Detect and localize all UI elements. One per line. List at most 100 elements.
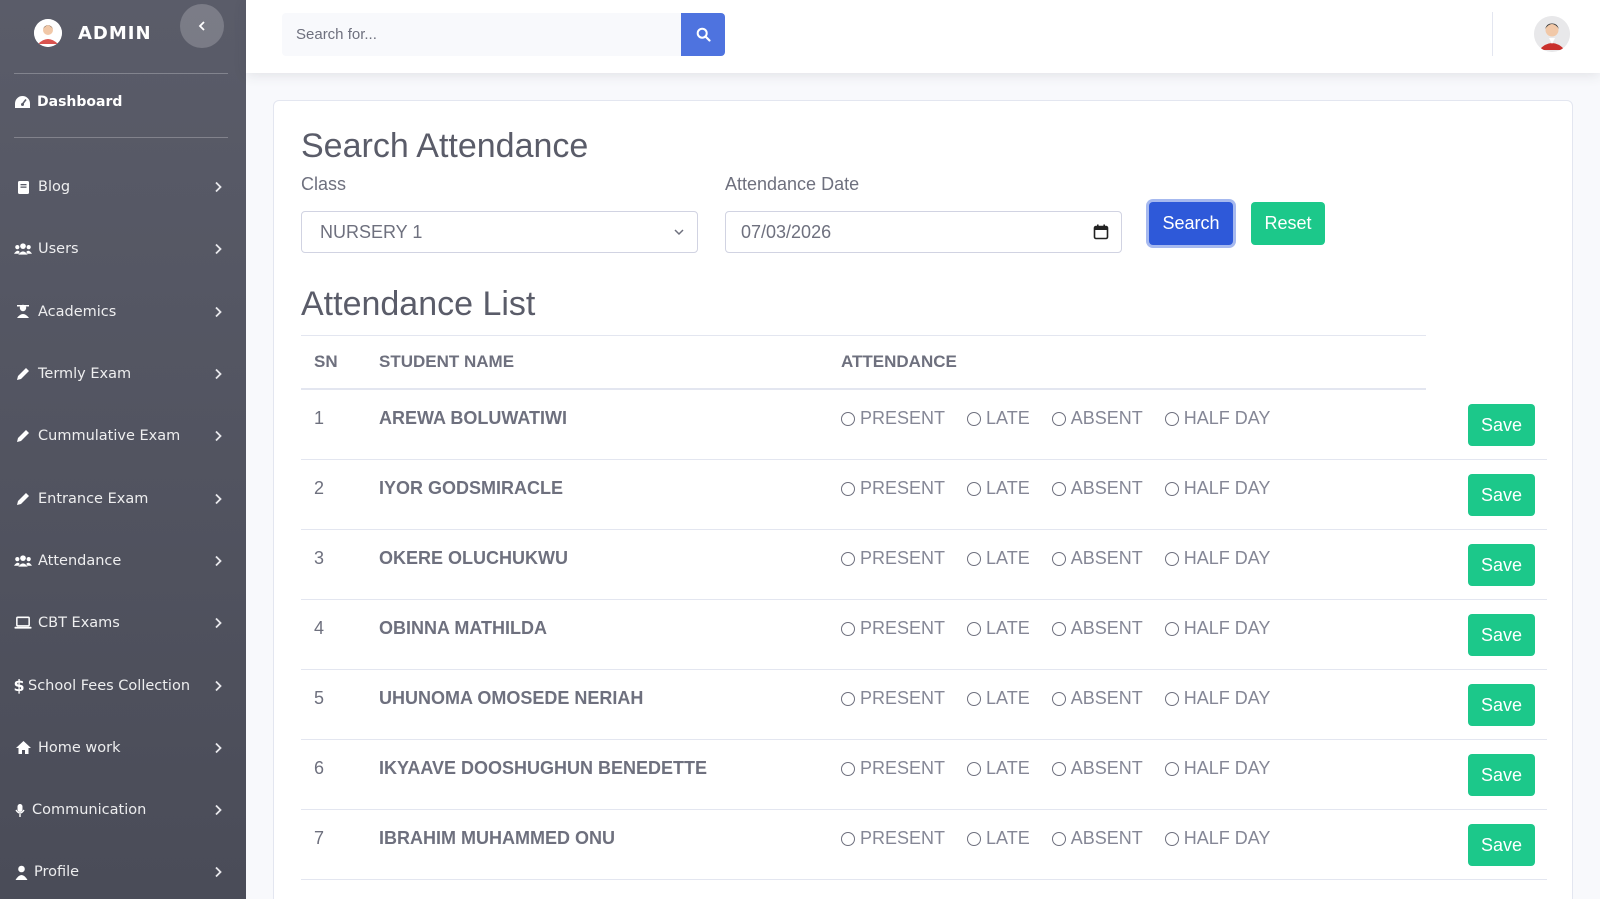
radio-circle[interactable] <box>841 831 855 846</box>
sidebar-item-label: Entrance Exam <box>38 490 149 507</box>
attendance-radio-half-day[interactable]: HALF DAY <box>1164 478 1270 499</box>
sidebar-item-school-fees-collection[interactable]: $ School Fees Collection <box>0 654 246 716</box>
sidebar-item-communication[interactable]: Communication <box>0 779 246 841</box>
radio-circle[interactable] <box>1051 551 1066 566</box>
sidebar-item-dashboard[interactable]: Dashboard <box>14 94 122 110</box>
attendance-radio-half-day[interactable]: HALF DAY <box>1164 548 1270 569</box>
sidebar-item-termly-exam[interactable]: Termly Exam <box>0 343 246 405</box>
radio-circle[interactable] <box>841 411 855 426</box>
attendance-radio-late[interactable]: LATE <box>967 828 1030 849</box>
radio-circle[interactable] <box>967 481 982 496</box>
sidebar-item-cbt-exams[interactable]: CBT Exams <box>0 592 246 654</box>
radio-circle[interactable] <box>1164 411 1179 426</box>
attendance-radio-late[interactable]: LATE <box>967 478 1030 499</box>
attendance-radio-half-day[interactable]: HALF DAY <box>1164 618 1270 639</box>
sidebar-item-attendance[interactable]: Attendance <box>0 530 246 592</box>
attendance-radio-late[interactable]: LATE <box>967 618 1030 639</box>
attendance-radio-absent[interactable]: ABSENT <box>1051 618 1143 639</box>
attendance-radio-absent[interactable]: ABSENT <box>1051 478 1143 499</box>
user-avatar[interactable] <box>1534 16 1570 52</box>
attendance-card: Search Attendance Class Attendance Date … <box>273 100 1573 899</box>
attendance-radio-half-day[interactable]: HALF DAY <box>1164 688 1271 709</box>
row-student-name: IBRAHIM MUHAMMED ONU <box>379 828 615 848</box>
radio-circle[interactable] <box>967 621 982 636</box>
sidebar-item-blog[interactable]: Blog <box>0 156 246 218</box>
attendance-radio-absent[interactable]: ABSENT <box>1051 548 1143 569</box>
save-button[interactable]: Save <box>1468 754 1535 796</box>
radio-circle[interactable] <box>1164 761 1179 776</box>
radio-circle[interactable] <box>841 761 855 776</box>
sidebar-item-home-work[interactable]: Home work <box>0 717 246 779</box>
radio-circle[interactable] <box>841 691 855 706</box>
attendance-radio-present[interactable]: PRESENT <box>841 548 945 569</box>
radio-circle[interactable] <box>967 831 982 846</box>
attendance-date-input[interactable]: 07/03/2026 <box>725 211 1122 253</box>
save-button[interactable]: Save <box>1468 474 1535 516</box>
row-sn: 4 <box>314 618 325 638</box>
sidebar-item-users[interactable]: Users <box>0 218 246 280</box>
search-input[interactable] <box>282 13 682 56</box>
attendance-radio-present[interactable]: PRESENT <box>841 478 945 499</box>
search-button[interactable] <box>681 13 725 56</box>
attendance-options: PRESENT LATE ABSENT HALF DAY <box>841 740 1292 779</box>
attendance-radio-half-day[interactable]: HALF DAY <box>1164 758 1270 779</box>
radio-circle[interactable] <box>841 621 855 636</box>
attendance-radio-late[interactable]: LATE <box>967 758 1030 779</box>
class-select[interactable]: NURSERY 1 <box>301 211 698 253</box>
radio-circle[interactable] <box>1051 691 1066 706</box>
radio-circle[interactable] <box>967 691 982 706</box>
radio-circle[interactable] <box>967 761 982 776</box>
attendance-radio-present[interactable]: PRESENT <box>841 758 945 779</box>
attendance-radio-half-day[interactable]: HALF DAY <box>1164 828 1270 849</box>
sidebar-item-label: Profile <box>34 864 80 881</box>
attendance-radio-late[interactable]: LATE <box>967 408 1030 429</box>
sidebar-nav: Blog Users Academics Termly Exam Cummula… <box>0 156 246 899</box>
sidebar-item-label: Communication <box>32 802 147 819</box>
attendance-radio-present[interactable]: PRESENT <box>841 408 945 429</box>
sidebar-toggle-button[interactable] <box>180 4 224 48</box>
radio-circle[interactable] <box>967 551 982 566</box>
reset-button[interactable]: Reset <box>1251 202 1325 245</box>
radio-circle[interactable] <box>1051 481 1066 496</box>
sidebar-item-entrance-exam[interactable]: Entrance Exam <box>0 467 246 529</box>
radio-label: LATE <box>986 758 1030 778</box>
sidebar-item-profile[interactable]: Profile <box>0 841 246 899</box>
calendar-icon[interactable] <box>1093 224 1109 240</box>
radio-circle[interactable] <box>967 411 982 426</box>
radio-circle[interactable] <box>1164 831 1179 846</box>
radio-circle[interactable] <box>841 481 855 496</box>
save-button[interactable]: Save <box>1468 404 1535 446</box>
search-attendance-button[interactable]: Search <box>1149 202 1233 245</box>
radio-circle[interactable] <box>1164 551 1179 566</box>
search-icon <box>696 27 711 42</box>
radio-label: HALF DAY <box>1183 688 1271 708</box>
attendance-radio-late[interactable]: LATE <box>967 548 1030 569</box>
class-label: Class <box>301 174 347 194</box>
save-button[interactable]: Save <box>1468 824 1535 866</box>
save-button[interactable]: Save <box>1468 544 1535 586</box>
attendance-radio-absent[interactable]: ABSENT <box>1051 688 1143 709</box>
save-button[interactable]: Save <box>1468 614 1535 656</box>
sidebar-item-label: School Fees Collection <box>28 677 191 694</box>
attendance-radio-half-day[interactable]: HALF DAY <box>1164 408 1270 429</box>
attendance-radio-absent[interactable]: ABSENT <box>1051 758 1143 779</box>
attendance-radio-absent[interactable]: ABSENT <box>1051 828 1143 849</box>
attendance-radio-present[interactable]: PRESENT <box>841 618 945 639</box>
attendance-radio-absent[interactable]: ABSENT <box>1051 408 1143 429</box>
radio-circle[interactable] <box>841 551 855 566</box>
save-button[interactable]: Save <box>1468 684 1535 726</box>
radio-circle[interactable] <box>1051 761 1066 776</box>
sidebar-item-label: CBT Exams <box>38 615 120 632</box>
attendance-radio-present[interactable]: PRESENT <box>841 688 945 709</box>
sidebar-item-cummulative-exam[interactable]: Cummulative Exam <box>0 405 246 467</box>
radio-circle[interactable] <box>1164 621 1179 636</box>
radio-circle[interactable] <box>1164 481 1179 496</box>
topbar-search <box>282 13 725 56</box>
radio-circle[interactable] <box>1164 691 1179 706</box>
radio-circle[interactable] <box>1051 411 1066 426</box>
radio-circle[interactable] <box>1051 621 1066 636</box>
attendance-radio-present[interactable]: PRESENT <box>841 828 945 849</box>
radio-circle[interactable] <box>1051 831 1066 846</box>
sidebar-item-academics[interactable]: Academics <box>0 281 246 343</box>
attendance-radio-late[interactable]: LATE <box>967 688 1030 709</box>
